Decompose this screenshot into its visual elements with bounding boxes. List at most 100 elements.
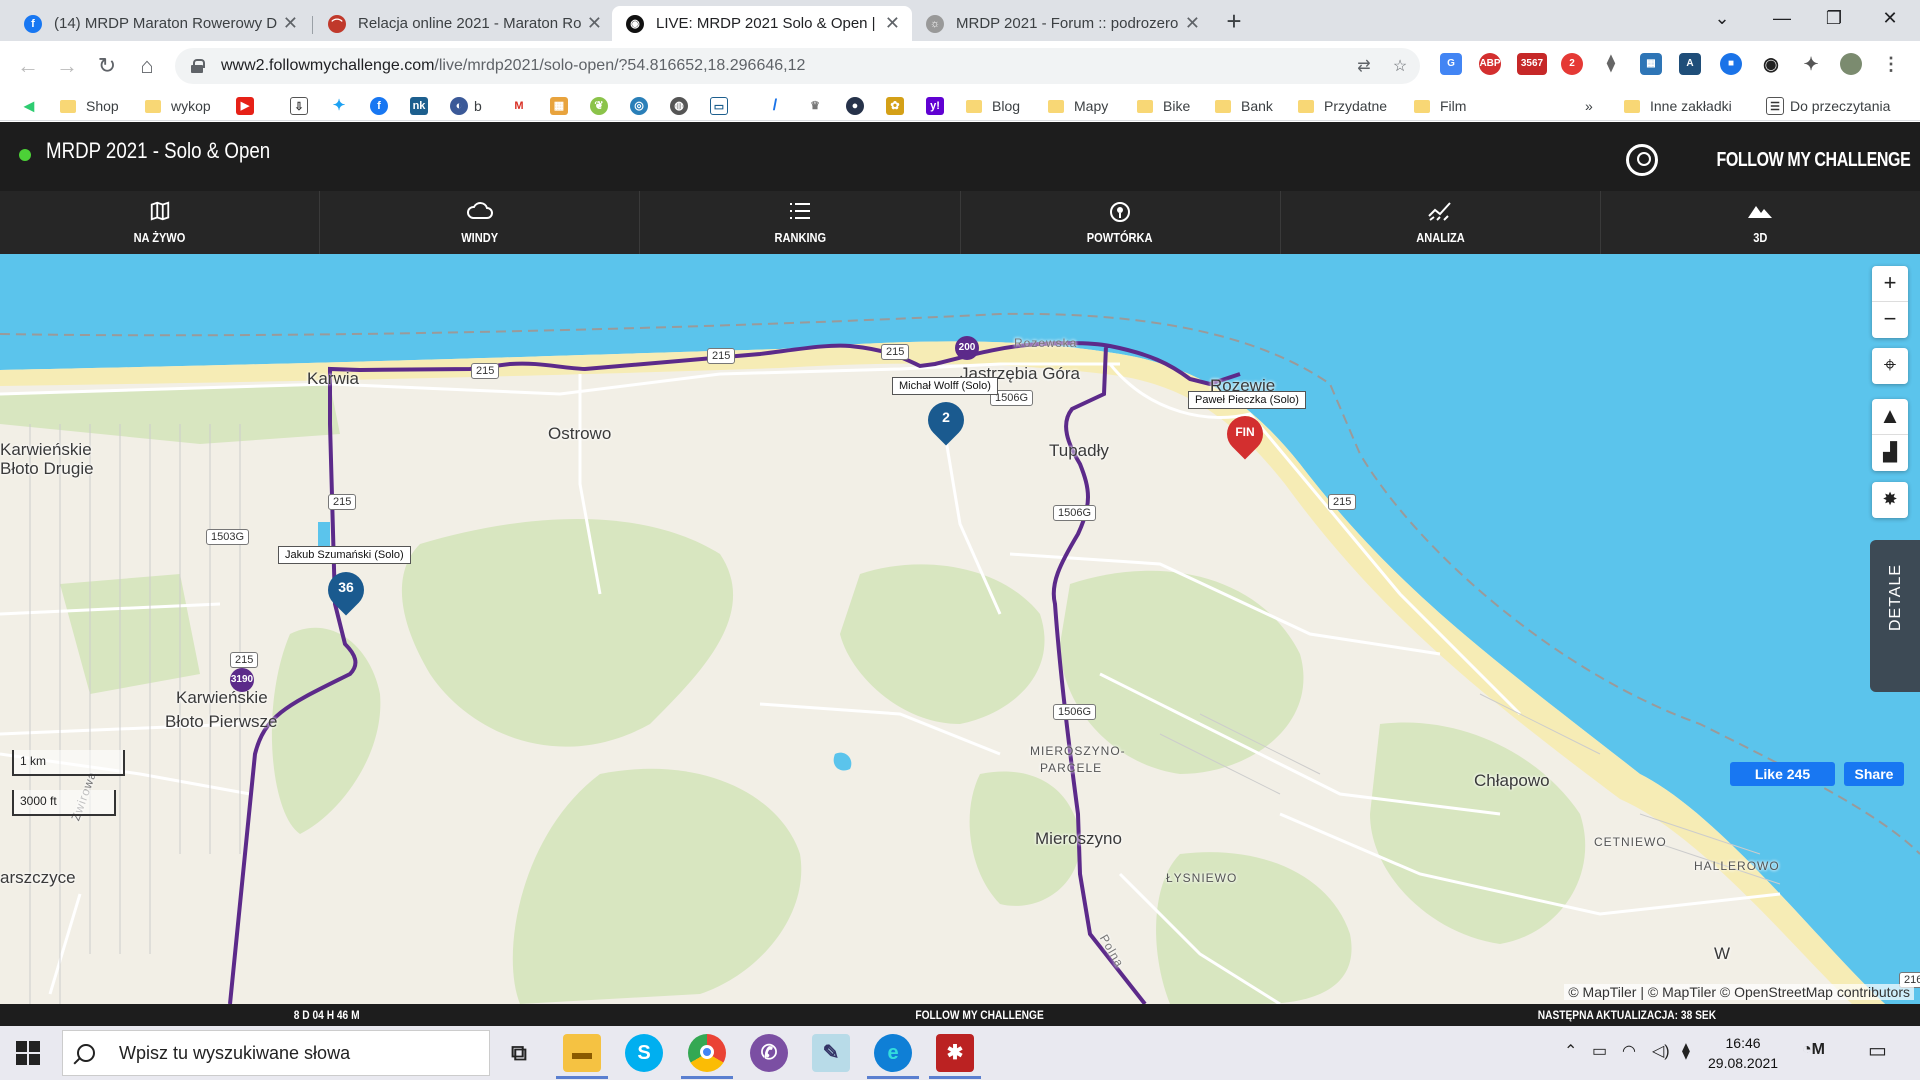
volume-icon[interactable]: ◁): [1652, 1041, 1670, 1061]
details-panel-toggle[interactable]: DETALE: [1870, 540, 1920, 692]
bookmark-tv[interactable]: ▭: [710, 95, 734, 117]
tab-3d[interactable]: 3D: [1601, 191, 1920, 254]
close-icon[interactable]: ✕: [587, 13, 602, 34]
windows-ext-icon[interactable]: ▦: [1640, 53, 1662, 75]
url-text[interactable]: www2.followmychallenge.com/live/mrdp2021…: [221, 57, 805, 75]
map-canvas[interactable]: Karwia Ostrowo Jastrzębia Góra Rozewie T…: [0, 254, 1920, 1004]
windows-start-button[interactable]: [16, 1041, 40, 1065]
dropbox-ext-icon[interactable]: ⧫: [1600, 53, 1622, 75]
avatar[interactable]: [1840, 53, 1862, 75]
skype-icon[interactable]: S: [625, 1034, 663, 1072]
restore-button[interactable]: ❐: [1814, 8, 1854, 29]
bookmark-eagle[interactable]: ♛: [806, 95, 830, 117]
bookmark-download[interactable]: ⇩: [290, 95, 314, 117]
lock-icon[interactable]: [191, 59, 205, 73]
bookmark-folder-mapy[interactable]: Mapy: [1048, 95, 1108, 117]
word-ext-icon[interactable]: A: [1679, 53, 1701, 75]
bookmark-folder-blog[interactable]: Blog: [966, 95, 1020, 117]
reading-list[interactable]: ☰ Do przeczytania: [1766, 95, 1890, 117]
bookmark-calendar[interactable]: ▦: [550, 95, 574, 117]
browser-tab-forum[interactable]: ☼ MRDP 2021 - Forum :: podrozero ✕: [912, 6, 1212, 41]
viber-icon[interactable]: ✆: [750, 1034, 788, 1072]
rider-marker-wolff[interactable]: 2: [920, 394, 972, 446]
target-ext-icon[interactable]: ◉: [1760, 53, 1782, 75]
elevation-chart-icon[interactable]: ▟: [1872, 435, 1908, 471]
tab-powtorka[interactable]: POWTÓRKA: [961, 191, 1281, 254]
edge-icon[interactable]: e: [874, 1034, 912, 1072]
taskbar-search-input[interactable]: Wpisz tu wyszukiwane słowa: [62, 1030, 490, 1076]
bookmark-folder-shop[interactable]: Shop: [60, 95, 119, 117]
minimize-button[interactable]: —: [1762, 8, 1802, 29]
notepad-icon[interactable]: ✎: [812, 1034, 850, 1072]
battery-icon[interactable]: ▭: [1592, 1041, 1607, 1061]
google-translate-ext-icon[interactable]: G: [1440, 53, 1462, 75]
bookmark-nk[interactable]: nk: [410, 95, 434, 117]
taskbar-clock[interactable]: 16:46 29.08.2021: [1708, 1033, 1778, 1073]
tab-windy[interactable]: WINDY: [320, 191, 641, 254]
task-view-icon[interactable]: ⧉: [500, 1034, 538, 1072]
bookmark-green[interactable]: ❦: [590, 95, 614, 117]
bookmark-folder-wykop[interactable]: wykop: [145, 95, 211, 117]
notifications-icon[interactable]: ▭: [1868, 1038, 1887, 1063]
bookmarks-overflow-button[interactable]: »: [1585, 95, 1593, 117]
facebook-like-button[interactable]: Like 245: [1730, 762, 1835, 786]
satellite-icon[interactable]: ✸: [1872, 482, 1908, 518]
menu-icon[interactable]: ⋮: [1880, 53, 1902, 75]
rider-label-wolff[interactable]: Michał Wolff (Solo): [892, 377, 998, 395]
app-icon-red[interactable]: ✱: [936, 1034, 974, 1072]
address-bar[interactable]: www2.followmychallenge.com/live/mrdp2021…: [175, 48, 1420, 84]
bookmark-arrow-icon[interactable]: ◄: [20, 95, 38, 117]
opera-ext-icon[interactable]: 2: [1561, 53, 1583, 75]
close-icon[interactable]: ✕: [283, 13, 298, 34]
bookmark-folder-inne[interactable]: Inne zakładki: [1624, 95, 1732, 117]
zoom-out-button[interactable]: −: [1872, 302, 1908, 338]
tab-na-zywo[interactable]: NA ŻYWO: [0, 191, 321, 254]
browser-tab-relacja[interactable]: ⌒ Relacja online 2021 - Maraton Ro ✕: [314, 6, 614, 41]
wifi-icon[interactable]: ◠: [1622, 1041, 1636, 1061]
brand-logo[interactable]: FOLLOW MY CHALLENGE: [1625, 144, 1910, 176]
rider-label-szumanski[interactable]: Jakub Szumański (Solo): [278, 546, 411, 564]
bookmark-folder-bank[interactable]: Bank: [1215, 95, 1273, 117]
meet-icon[interactable]: ◔M: [1802, 1041, 1825, 1059]
bookmark-gmail[interactable]: M: [510, 95, 534, 117]
rider-marker-szumanski[interactable]: 36: [320, 564, 372, 616]
bookmark-twitter[interactable]: ✦: [330, 95, 354, 117]
dropbox-tray-icon[interactable]: ⧫: [1682, 1041, 1690, 1061]
rider-marker-pieczka[interactable]: FIN: [1219, 408, 1271, 460]
reload-button[interactable]: ↻: [93, 53, 121, 79]
blue-ext-icon[interactable]: ■: [1720, 53, 1742, 75]
close-icon[interactable]: ✕: [1185, 13, 1200, 34]
close-icon[interactable]: ✕: [885, 13, 900, 34]
bookmark-facebook[interactable]: f: [370, 95, 394, 117]
browser-tab-live[interactable]: ◉ LIVE: MRDP 2021 Solo & Open | ✕: [612, 6, 912, 41]
bookmark-folder-film[interactable]: Film: [1414, 95, 1466, 117]
close-window-button[interactable]: ✕: [1870, 8, 1910, 29]
bookmark-folder-bike[interactable]: Bike: [1137, 95, 1190, 117]
extensions-icon[interactable]: ✦: [1800, 53, 1822, 75]
bookmark-folder-przydatne[interactable]: Przydatne: [1298, 95, 1387, 117]
checkpoint-marker[interactable]: 200: [955, 336, 979, 360]
bookmark-b[interactable]: ◐ b: [450, 95, 482, 117]
locate-icon[interactable]: ⌖: [1872, 348, 1908, 384]
home-button[interactable]: ⌂: [133, 53, 161, 79]
terrain-icon[interactable]: ▲: [1872, 399, 1908, 435]
chrome-icon[interactable]: [688, 1034, 726, 1072]
bookmark-blue-circle[interactable]: ◎: [630, 95, 654, 117]
tab-search-icon[interactable]: ⌄: [1702, 8, 1742, 29]
back-button[interactable]: ←: [14, 53, 42, 79]
bookmark-youtube[interactable]: ▶: [236, 95, 260, 117]
checkpoint-marker[interactable]: 3190: [230, 668, 254, 692]
star-icon[interactable]: ☆: [1391, 58, 1409, 76]
tray-overflow-icon[interactable]: ⌃: [1564, 1041, 1577, 1061]
tab-ranking[interactable]: RANKING: [640, 191, 961, 254]
rider-label-pieczka[interactable]: Paweł Pieczka (Solo): [1188, 391, 1306, 409]
bookmark-slash[interactable]: /: [766, 95, 790, 117]
gmail-ext-icon[interactable]: 3567: [1517, 53, 1547, 75]
browser-tab-facebook[interactable]: f (14) MRDP Maraton Rowerowy D ✕: [10, 6, 310, 41]
forward-button[interactable]: →: [53, 53, 81, 79]
adblock-ext-icon[interactable]: ABP: [1479, 53, 1501, 75]
bookmark-globe[interactable]: ◍: [670, 95, 694, 117]
new-tab-button[interactable]: +: [1219, 6, 1249, 36]
bookmark-yahoo[interactable]: y!: [926, 95, 950, 117]
translate-icon[interactable]: ⇄: [1355, 58, 1373, 76]
